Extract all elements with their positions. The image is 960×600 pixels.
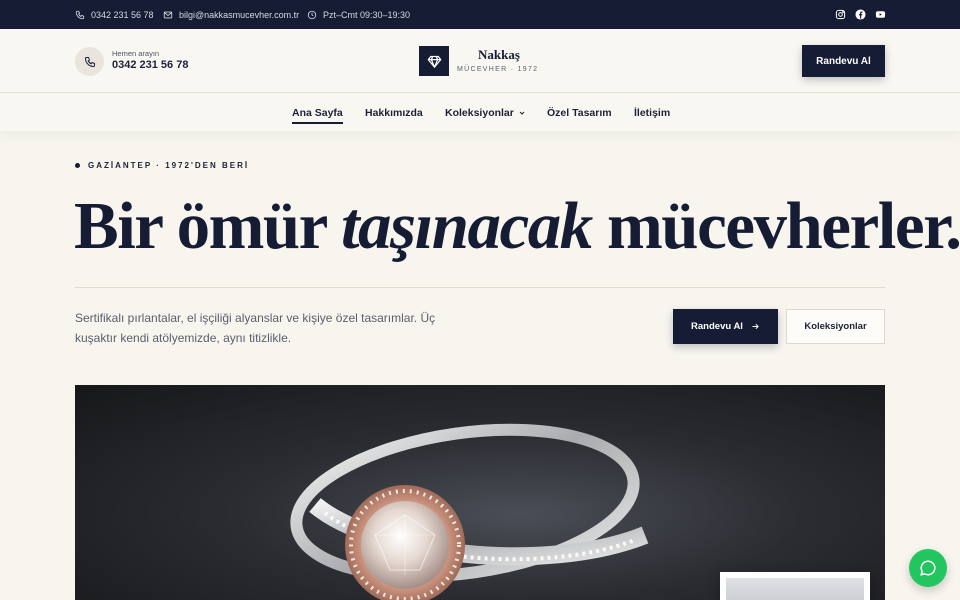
hero-appointment-label: Randevu Al (691, 321, 743, 332)
nav-item-label: İletişim (634, 106, 671, 119)
mail-icon (163, 11, 173, 18)
chevron-down-icon (519, 111, 525, 115)
facebook-link[interactable] (855, 0, 866, 29)
headline-italic: taşınacak (340, 189, 593, 263)
topbar-phone-text: 0342 231 56 78 (91, 9, 154, 20)
brand-name[interactable]: Nakkaş (457, 47, 541, 63)
brand-subtitle: MÜCEVHER · 1972 (457, 66, 539, 73)
hero-description: Sertifikalı pırlantalar, el işçiliği aly… (75, 311, 436, 345)
phone-icon (75, 10, 85, 19)
nav-item-label: Koleksiyonlar (445, 106, 514, 119)
instagram-icon (835, 9, 846, 20)
hero-divider (75, 287, 885, 288)
diamond-icon (427, 55, 441, 68)
topbar-email-text: bilgi@nakkasmucevher.com.tr (179, 9, 300, 20)
nav-item-home[interactable]: Ana Sayfa (292, 94, 343, 131)
site-header: Hemen arayın 0342 231 56 78 Nakkaş MÜCEV… (0, 29, 960, 93)
instagram-link[interactable] (835, 0, 846, 29)
main-nav: Ana Sayfa Hakkımızda Koleksiyonlar Özel … (0, 94, 960, 131)
call-number[interactable]: 0342 231 56 78 (112, 59, 188, 71)
nav-item-contact[interactable]: İletişim (634, 94, 670, 131)
chat-bubble-icon (920, 560, 936, 576)
nav-item-custom-design[interactable]: Özel Tasarım (547, 94, 612, 131)
topbar-hours-text: Pzt–Cmt 09:30–19:30 (323, 9, 411, 20)
nav-item-collections[interactable]: Koleksiyonlar (445, 94, 526, 131)
nav-item-label: Özel Tasarım (547, 106, 612, 119)
logo-mark[interactable] (419, 46, 449, 76)
youtube-icon (875, 11, 886, 18)
clock-icon (307, 10, 317, 19)
call-label: Hemen arayın (112, 49, 160, 58)
hero-headline: Bir ömür taşınacak mücevherler. (74, 186, 960, 266)
topbar-email[interactable]: bilgi@nakkasmucevher.com.tr (163, 0, 299, 29)
facebook-icon (855, 9, 866, 20)
whatsapp-button[interactable] (909, 549, 947, 587)
headline-start: Bir ömür (74, 189, 341, 263)
nav-item-about[interactable]: Hakkımızda (365, 94, 423, 131)
ring-illustration (290, 423, 649, 600)
phone-icon (84, 56, 95, 67)
call-button[interactable] (75, 47, 104, 76)
hero-appointment-button[interactable]: Randevu Al (673, 309, 778, 344)
eyebrow-text: GAZİANTEP · 1972'DEN BERİ (88, 160, 250, 170)
hero-collections-button[interactable]: Koleksiyonlar (786, 309, 885, 344)
eyebrow-dot (75, 162, 80, 168)
arrow-right-icon (752, 323, 759, 330)
top-bar: 0342 231 56 78 bilgi@nakkasmucevher.com.… (0, 0, 960, 29)
topbar-hours: Pzt–Cmt 09:30–19:30 (307, 0, 410, 29)
hero-eyebrow: GAZİANTEP · 1972'DEN BERİ (75, 159, 249, 171)
header-appointment-button[interactable]: Randevu Al (802, 45, 885, 77)
hero-thumbnail[interactable] (720, 572, 870, 600)
thumbnail-image (726, 578, 864, 600)
hero-ring-image (75, 385, 885, 600)
nav-item-label: Ana Sayfa (292, 106, 343, 119)
headline-end: mücevherler. (591, 189, 960, 263)
topbar-phone[interactable]: 0342 231 56 78 (75, 0, 154, 29)
youtube-link[interactable] (875, 0, 886, 29)
nav-item-label: Hakkımızda (365, 106, 423, 119)
